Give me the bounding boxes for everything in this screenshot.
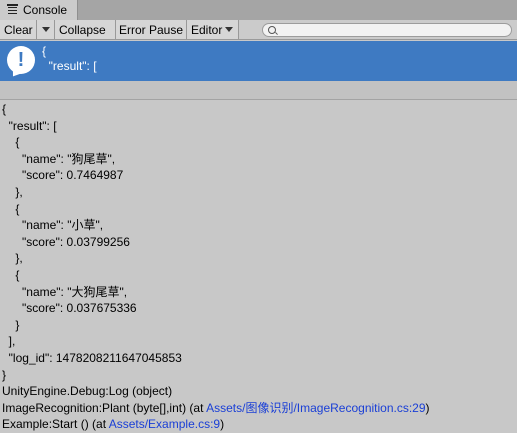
- clear-button[interactable]: Clear: [0, 20, 37, 39]
- console-list-icon: [6, 4, 19, 16]
- log-entry-selected[interactable]: ! { "result": [: [0, 41, 517, 81]
- log-entry-line-1: {: [42, 44, 47, 58]
- detail-line: {: [2, 102, 7, 116]
- detail-line: },: [2, 251, 23, 266]
- clear-button-label: Clear: [4, 22, 33, 37]
- error-pause-toggle-label: Error Pause: [119, 22, 184, 37]
- error-pause-toggle[interactable]: Error Pause: [116, 20, 187, 39]
- clear-options-dropdown[interactable]: [37, 20, 55, 39]
- info-icon: !: [7, 46, 35, 80]
- detail-line: "result": [: [2, 118, 57, 133]
- tab-bar: Console: [0, 0, 517, 20]
- detail-line: }: [2, 367, 7, 382]
- collapse-toggle[interactable]: Collapse: [55, 20, 116, 39]
- detail-line: {: [2, 135, 20, 150]
- search-input[interactable]: [262, 23, 512, 37]
- detail-line: },: [2, 184, 23, 199]
- source-link-example[interactable]: Assets/Example.cs:9: [109, 417, 220, 431]
- tab-console-label: Console: [23, 3, 68, 17]
- detail-line: {: [2, 201, 20, 216]
- detail-line: "score": 0.037675336: [2, 301, 137, 316]
- log-entry-line-2: "result": [: [42, 59, 97, 73]
- detail-line: "score": 0.03799256: [2, 234, 130, 249]
- log-detail-pane: { "result": [ { "name": "狗尾草", "score": …: [0, 101, 517, 433]
- stack-trace-text: ): [220, 417, 225, 432]
- detail-line: "name": "大狗尾草",: [2, 284, 128, 299]
- console-toolbar: Clear Collapse Error Pause Editor: [0, 20, 517, 40]
- detail-line: "name": "小草",: [2, 218, 104, 233]
- tab-console[interactable]: Console: [0, 0, 78, 20]
- stack-trace-line-1: UnityEngine.Debug:Log (object): [2, 384, 173, 399]
- detail-line: {: [2, 267, 20, 282]
- stack-trace-line-2: ImageRecognition:Plant (byte[],int) (at …: [0, 400, 517, 417]
- detail-line: "score": 0.7464987: [2, 168, 124, 183]
- search-icon: [268, 26, 276, 34]
- chevron-down-icon: [225, 27, 234, 32]
- stack-trace-line-3: Example:Start () (at Assets/Example.cs:9…: [0, 416, 517, 433]
- editor-dropdown-label: Editor: [191, 22, 223, 37]
- detail-line: ],: [2, 334, 16, 349]
- detail-line: "log_id": 1478208211647045853: [2, 350, 182, 365]
- editor-dropdown[interactable]: Editor: [187, 20, 239, 39]
- detail-line: "name": "狗尾草",: [2, 151, 116, 166]
- stack-trace-text: Example:Start () (at: [2, 417, 109, 432]
- log-list-empty-area: [0, 81, 517, 100]
- detail-line: }: [2, 317, 20, 332]
- collapse-toggle-label: Collapse: [59, 22, 106, 37]
- chevron-down-icon: [41, 27, 50, 32]
